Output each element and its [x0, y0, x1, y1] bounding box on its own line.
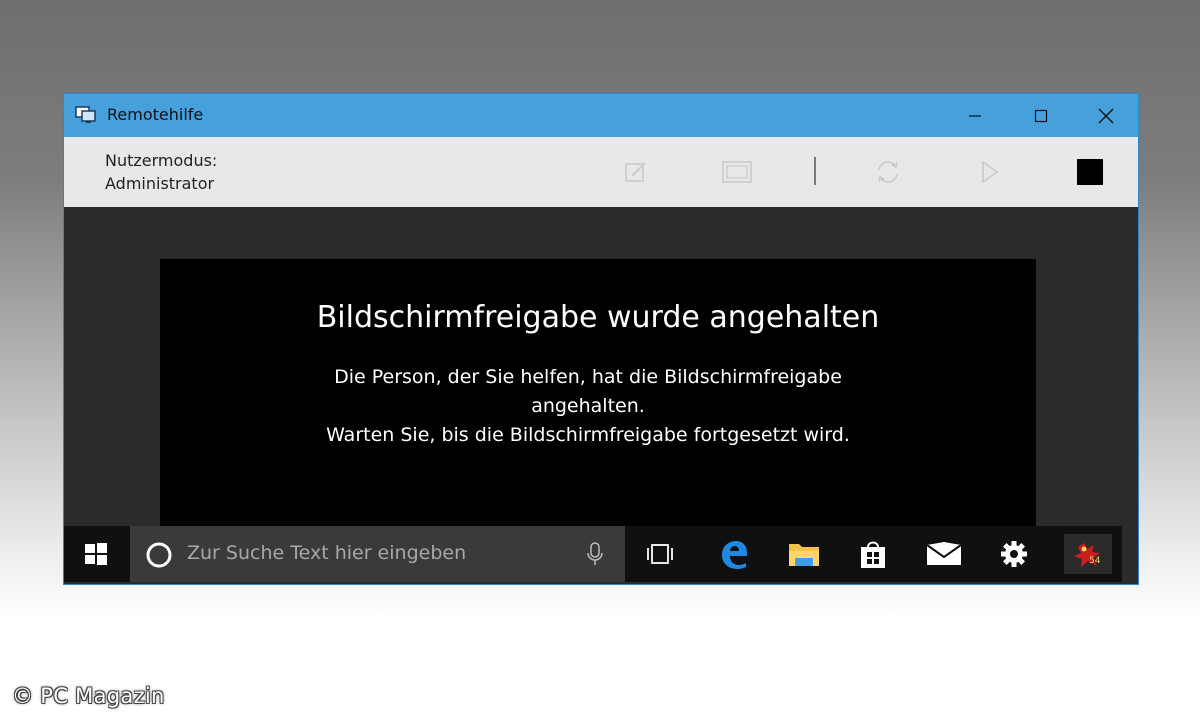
title-bar[interactable]: Remotehilfe — [64, 94, 1138, 137]
edge-button[interactable] — [714, 534, 754, 574]
task-view-icon — [647, 544, 673, 564]
window-title: Remotehilfe — [107, 105, 204, 124]
paused-text-line-2: angehalten. — [531, 395, 645, 417]
file-explorer-icon — [789, 544, 819, 566]
refresh-button[interactable] — [873, 157, 903, 187]
settings-icon — [1001, 541, 1027, 567]
store-button[interactable] — [853, 534, 893, 574]
fit-screen-icon — [722, 161, 752, 183]
user-mode-label: Nutzermodus: — [105, 151, 218, 170]
game-badge: 54 — [1089, 556, 1101, 566]
close-button[interactable] — [1074, 94, 1138, 137]
minimize-icon — [969, 114, 981, 117]
paused-text-line-1: Die Person, der Sie helfen, hat die Bild… — [334, 366, 842, 388]
store-icon — [861, 541, 885, 568]
copyright-watermark: © PC Magazin — [12, 684, 165, 708]
mail-icon — [926, 542, 962, 565]
maximize-button[interactable] — [1009, 94, 1073, 137]
resume-button[interactable] — [974, 157, 1004, 187]
remote-assistance-app-icon — [75, 106, 96, 123]
game-app-button[interactable]: 54 — [1064, 534, 1112, 574]
windows-logo-icon — [85, 543, 107, 565]
settings-button[interactable] — [994, 534, 1034, 574]
game-app-icon: 54 — [1074, 543, 1101, 567]
paused-text-line-3: Warten Sie, bis die Bildschirmfreigabe f… — [326, 424, 850, 446]
play-icon — [982, 160, 999, 184]
cortana-icon — [146, 542, 172, 568]
remote-assistance-window: Remotehilfe Nutzermodus: Administrator B… — [64, 94, 1138, 584]
taskbar: Zur Suche Text hier eingeben 54 — [64, 526, 1122, 582]
edge-icon — [722, 541, 747, 569]
toolbar: Nutzermodus: Administrator — [64, 137, 1138, 207]
annotate-button[interactable] — [621, 157, 651, 187]
minimize-button[interactable] — [943, 94, 1007, 137]
microphone-icon[interactable] — [585, 541, 605, 567]
stop-icon[interactable] — [1077, 159, 1103, 185]
paused-title: Bildschirmfreigabe wurde angehalten — [316, 300, 880, 335]
annotate-icon — [625, 162, 646, 182]
taskbar-search-box[interactable]: Zur Suche Text hier eingeben — [130, 526, 625, 582]
fit-to-screen-button[interactable] — [722, 157, 752, 187]
close-icon — [1098, 108, 1114, 123]
user-mode-value: Administrator — [105, 174, 215, 193]
start-button[interactable] — [64, 526, 128, 582]
refresh-icon — [878, 161, 898, 183]
paused-message-panel: Bildschirmfreigabe wurde angehalten Die … — [160, 259, 1036, 529]
file-explorer-button[interactable] — [784, 534, 824, 574]
remote-screen-area: Bildschirmfreigabe wurde angehalten Die … — [64, 207, 1138, 584]
mail-button[interactable] — [924, 534, 964, 574]
task-view-button[interactable] — [640, 534, 680, 574]
search-placeholder: Zur Suche Text hier eingeben — [187, 542, 467, 564]
maximize-icon — [1034, 109, 1048, 122]
toolbar-separator — [814, 157, 816, 185]
